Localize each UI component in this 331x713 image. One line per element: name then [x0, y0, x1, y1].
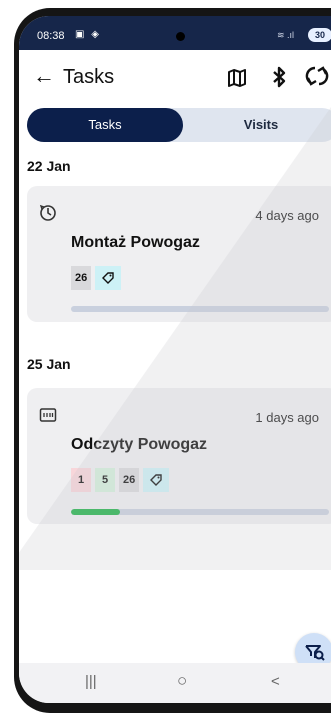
status-time: 08:38: [37, 30, 65, 42]
screen: 08:38 ▣ ◈ ≋ .ıl 30 ← Tasks Tasks Visits …: [19, 16, 331, 703]
task-progress: [71, 306, 329, 312]
sync-icon: [305, 66, 329, 86]
status-bar: 08:38 ▣ ◈ ≋ .ıl 30: [19, 16, 331, 50]
task-badges: 1 5 26: [71, 468, 170, 492]
sync-button[interactable]: [304, 64, 330, 95]
tab-switcher: Tasks Visits: [27, 108, 331, 142]
bluetooth-icon: [273, 66, 286, 88]
date-header: 25 Jan: [27, 356, 71, 372]
clock-refresh-icon: [39, 204, 56, 221]
badge-tag: [95, 266, 122, 290]
bluetooth-button[interactable]: [271, 66, 287, 94]
tag-icon: [150, 474, 162, 486]
badge-tag: [143, 468, 170, 492]
task-progress: [71, 509, 329, 515]
map-icon: [228, 69, 246, 87]
home-button[interactable]: ○: [177, 671, 187, 691]
task-title: Odczyty Powogaz: [71, 436, 208, 453]
phone-frame: 08:38 ▣ ◈ ≋ .ıl 30 ← Tasks Tasks Visits …: [14, 8, 331, 713]
count-badge: 26: [119, 468, 140, 492]
meter-icon: [39, 408, 57, 422]
app-bar: ← Tasks: [19, 50, 331, 106]
camera-cutout: [176, 32, 185, 41]
signal-icon: ≋ .ıl: [277, 30, 295, 40]
task-title: Montaż Powogaz: [71, 234, 200, 251]
count-badge: 26: [71, 266, 92, 290]
task-age: 4 days ago: [255, 208, 319, 223]
task-card[interactable]: 4 days ago Montaż Powogaz 26: [27, 186, 331, 322]
page-title: Tasks: [63, 66, 115, 88]
recents-button[interactable]: |||: [85, 673, 97, 690]
date-header: 22 Jan: [27, 158, 71, 174]
task-badges: 26: [71, 266, 122, 290]
notification-icons: ▣ ◈: [75, 29, 101, 40]
back-button[interactable]: ←: [33, 62, 55, 90]
map-button[interactable]: [227, 68, 247, 88]
arrow-left-icon: ←: [33, 63, 55, 88]
system-back-button[interactable]: <: [271, 673, 280, 690]
failed-count-badge: 1: [71, 468, 91, 492]
tab-visits[interactable]: Visits: [183, 108, 331, 142]
battery-indicator: 30: [308, 28, 331, 42]
done-count-badge: 5: [95, 468, 115, 492]
task-age: 1 days ago: [255, 410, 319, 425]
tab-tasks[interactable]: Tasks: [27, 108, 183, 142]
task-card[interactable]: 1 days ago Odczyty Powogaz 1 5 26: [27, 388, 331, 524]
tag-icon: [102, 272, 114, 284]
system-nav-bar: ||| ○ <: [19, 663, 331, 703]
progress-fill: [71, 509, 121, 515]
